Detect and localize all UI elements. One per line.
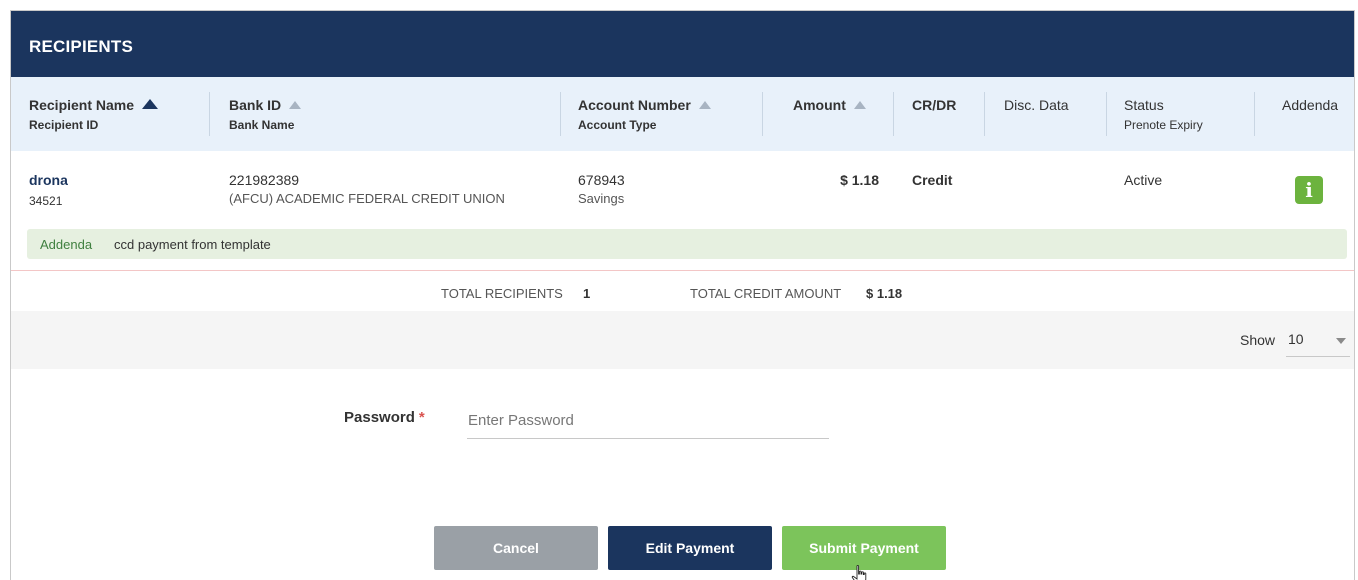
page-size-value: 10	[1288, 331, 1304, 347]
total-recipients-label: TOTAL RECIPIENTS	[441, 286, 563, 301]
col-sublabel: Prenote Expiry	[1124, 118, 1203, 132]
chevron-down-icon[interactable]	[1336, 338, 1346, 344]
col-label: CR/DR	[912, 97, 957, 113]
addenda-bar: Addenda ccd payment from template	[27, 229, 1347, 259]
show-label: Show	[1240, 332, 1276, 348]
col-sublabel: Account Type	[578, 118, 657, 132]
password-input[interactable]	[467, 403, 829, 439]
panel-header: RECIPIENTS	[11, 11, 1354, 77]
addenda-value: ccd payment from template	[114, 237, 271, 252]
total-credit-value: $ 1.18	[866, 286, 903, 301]
password-label: Password *	[344, 409, 425, 426]
col-label: Addenda	[1282, 97, 1339, 113]
required-mark: *	[418, 409, 425, 426]
col-sublabel: Bank Name	[229, 118, 295, 132]
bank-id: 221982389	[229, 172, 300, 188]
table-row: drona 34521 221982389 (AFCU) ACADEMIC FE…	[11, 151, 1354, 229]
cr-dr: Credit	[912, 172, 953, 188]
recipients-panel: RECIPIENTS Recipient Name Recipient ID B…	[10, 10, 1355, 580]
cancel-button[interactable]: Cancel	[434, 526, 598, 570]
col-label: Status	[1124, 97, 1164, 113]
col-label: Bank ID	[229, 97, 282, 113]
account-type: Savings	[578, 191, 625, 206]
hand-pointer-icon	[851, 565, 867, 580]
info-icon[interactable]: i	[1295, 176, 1323, 204]
col-label: Account Number	[578, 97, 691, 113]
table-header: Recipient Name Recipient ID Bank ID Bank…	[11, 77, 1354, 151]
submit-payment-button[interactable]: Submit Payment	[782, 526, 946, 570]
pagination-bar: Show 10	[11, 311, 1354, 369]
col-label: Amount	[793, 97, 846, 113]
status: Active	[1124, 172, 1163, 188]
sort-asc-icon[interactable]	[698, 101, 711, 109]
amount: $ 1.18	[840, 172, 879, 188]
sort-asc-icon[interactable]	[142, 99, 159, 109]
totals-bar: TOTAL RECIPIENTS 1 TOTAL CREDIT AMOUNT $…	[11, 271, 1354, 311]
total-recipients-value: 1	[583, 286, 591, 301]
panel-title: RECIPIENTS	[29, 37, 134, 56]
bank-name: (AFCU) ACADEMIC FEDERAL CREDIT UNION	[229, 191, 505, 206]
sort-asc-icon[interactable]	[853, 101, 866, 109]
col-label: Disc. Data	[1004, 97, 1069, 113]
recipient-name-link[interactable]: drona	[29, 172, 68, 188]
edit-payment-button[interactable]: Edit Payment	[608, 526, 772, 570]
col-label: Recipient Name	[29, 97, 135, 113]
account-number: 678943	[578, 172, 625, 188]
page-size-select[interactable]: 10	[1286, 325, 1350, 357]
col-sublabel: Recipient ID	[29, 118, 99, 132]
recipient-id: 34521	[29, 194, 63, 208]
addenda-label: Addenda	[40, 237, 93, 252]
total-credit-label: TOTAL CREDIT AMOUNT	[690, 286, 842, 301]
sort-asc-icon[interactable]	[289, 101, 302, 109]
